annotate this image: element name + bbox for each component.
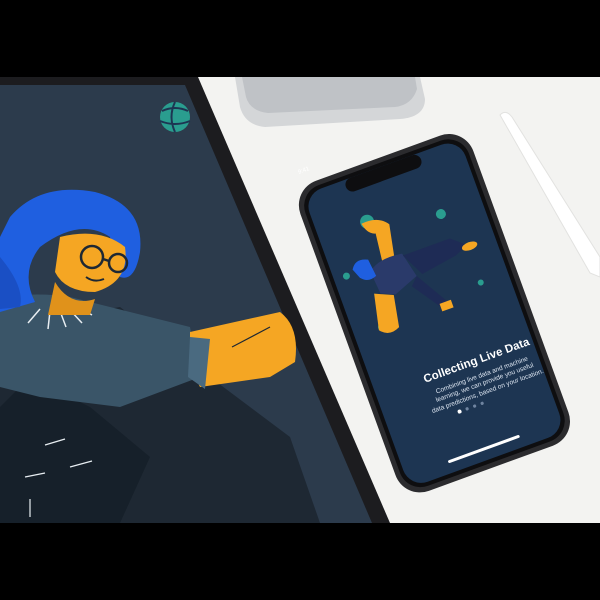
top-letterbox xyxy=(0,0,600,77)
product-photo xyxy=(0,77,600,523)
bottom-letterbox xyxy=(0,523,600,600)
photo-scene xyxy=(0,77,600,523)
